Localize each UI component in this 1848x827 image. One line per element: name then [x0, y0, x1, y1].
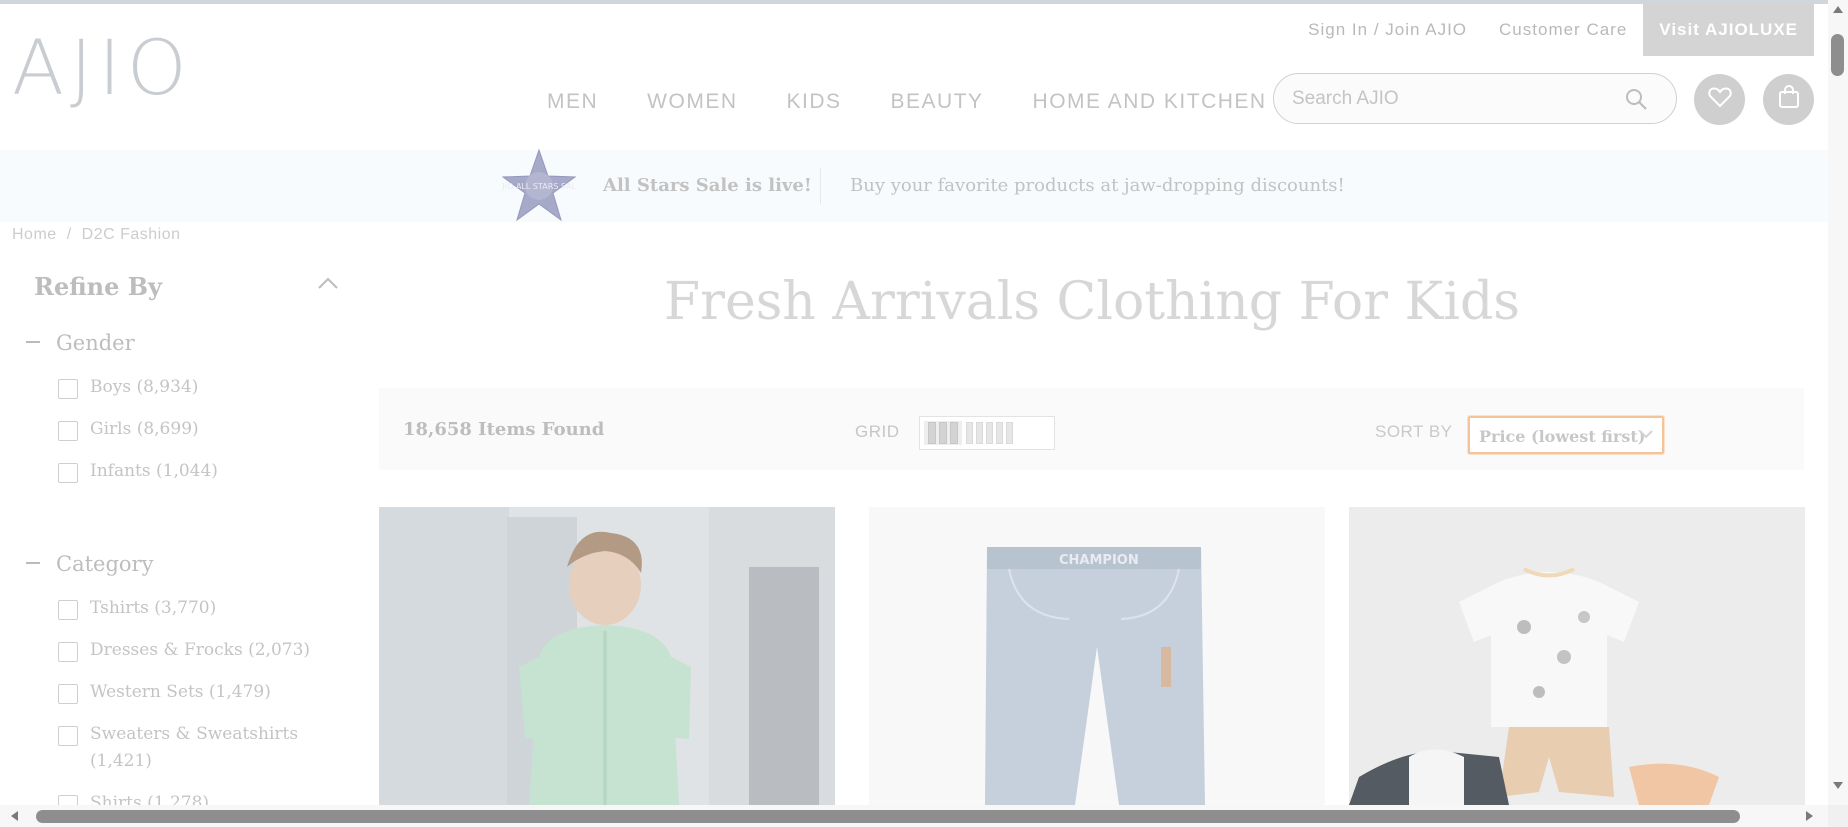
- breadcrumb-home[interactable]: Home: [12, 226, 57, 243]
- nav-kids[interactable]: KIDS: [787, 90, 842, 114]
- filter-option-label: Dresses & Frocks (2,073): [90, 640, 311, 660]
- scroll-right-arrow-icon[interactable]: [1806, 811, 1813, 821]
- filter-option-label: Girls (8,699): [90, 419, 199, 439]
- grid-5-columns-icon[interactable]: [962, 421, 1017, 445]
- filter-group-gender[interactable]: Gender: [26, 331, 135, 355]
- banner-divider: [820, 168, 821, 204]
- checkbox[interactable]: [58, 421, 78, 441]
- ajio-logo[interactable]: AJIO: [12, 30, 193, 106]
- scroll-left-arrow-icon[interactable]: [11, 811, 18, 821]
- filter-option[interactable]: Girls (8,699): [58, 416, 328, 443]
- checkbox[interactable]: [58, 463, 78, 483]
- checkbox[interactable]: [58, 726, 78, 746]
- product-card[interactable]: [379, 507, 835, 805]
- jeans-brand-label: CHAMPION: [1059, 553, 1139, 568]
- checkbox[interactable]: [58, 600, 78, 620]
- breadcrumb-separator: /: [66, 226, 72, 243]
- grid-switcher: [919, 416, 1055, 450]
- main-nav: MEN WOMEN KIDS BEAUTY HOME AND KITCHEN: [547, 90, 1267, 114]
- vertical-scrollbar[interactable]: [1828, 0, 1848, 805]
- scrollbar-corner: [1828, 805, 1848, 827]
- breadcrumb: Home / D2C Fashion: [12, 226, 181, 244]
- bag-button[interactable]: [1763, 74, 1814, 125]
- top-links: Sign In / Join AJIO Customer Care Visit …: [1308, 4, 1814, 56]
- collapse-minus-icon: [26, 561, 40, 564]
- vertical-scroll-thumb[interactable]: [1831, 34, 1844, 76]
- customer-care-link[interactable]: Customer Care: [1499, 20, 1627, 40]
- badge-text: AJIO ALL STARS SALE: [502, 182, 576, 191]
- search-bar: [1273, 73, 1677, 124]
- filter-option[interactable]: Sweaters & Sweatshirts (1,421): [58, 721, 328, 775]
- product-image: [1349, 507, 1805, 805]
- visit-ajioluxe-button[interactable]: Visit AJIOLUXE: [1643, 4, 1814, 56]
- page-title: Fresh Arrivals Clothing For Kids: [664, 272, 1520, 332]
- checkbox[interactable]: [58, 684, 78, 704]
- filter-group-category[interactable]: Category: [26, 552, 153, 576]
- heart-icon: [1707, 86, 1732, 113]
- checkbox[interactable]: [58, 379, 78, 399]
- banner-subline: Buy your favorite products at jaw-droppi…: [850, 175, 1345, 196]
- chevron-up-icon[interactable]: [317, 276, 339, 295]
- filter-option[interactable]: Boys (8,934): [58, 374, 328, 401]
- sort-selected-value: Price (lowest first): [1479, 427, 1646, 446]
- grid-label: GRID: [855, 422, 900, 441]
- all-stars-badge-icon: AJIO ALL STARS SALE: [497, 146, 581, 229]
- sort-select[interactable]: Price (lowest first): [1468, 416, 1664, 454]
- listing-toolbar: 18,658 Items Found GRID SORT BY Price (l…: [379, 388, 1804, 470]
- nav-men[interactable]: MEN: [547, 90, 598, 114]
- nav-home-and-kitchen[interactable]: HOME AND KITCHEN: [1033, 90, 1267, 114]
- shopping-bag-icon: [1778, 85, 1800, 114]
- collapse-minus-icon: [26, 340, 40, 343]
- product-image: CHAMPION: [869, 507, 1325, 805]
- filter-option-label: Shirts (1,278): [90, 793, 210, 805]
- scroll-up-arrow-icon[interactable]: [1833, 6, 1843, 13]
- items-found-count: 18,658 Items Found: [403, 419, 605, 440]
- signin-link[interactable]: Sign In / Join AJIO: [1308, 20, 1467, 40]
- page: AJIO Sign In / Join AJIO Customer Care V…: [0, 0, 1828, 805]
- nav-beauty[interactable]: BEAUTY: [891, 90, 984, 114]
- filter-option[interactable]: Tshirts (3,770): [58, 595, 328, 622]
- filter-option[interactable]: Dresses & Frocks (2,073): [58, 637, 328, 664]
- filter-option-label: Infants (1,044): [90, 461, 218, 481]
- sort-by-label: SORT BY: [1375, 422, 1453, 441]
- filter-option[interactable]: Shirts (1,278): [58, 790, 328, 805]
- search-input[interactable]: [1292, 86, 1602, 112]
- filter-option[interactable]: Infants (1,044): [58, 458, 328, 485]
- checkbox[interactable]: [58, 642, 78, 662]
- horizontal-scroll-thumb[interactable]: [36, 810, 1740, 823]
- filter-group-title: Category: [56, 552, 154, 576]
- scroll-down-arrow-icon[interactable]: [1833, 782, 1843, 789]
- nav-women[interactable]: WOMEN: [647, 90, 737, 114]
- checkbox[interactable]: [58, 795, 78, 805]
- chevron-down-icon: [1638, 427, 1654, 445]
- filter-option-label: Western Sets (1,479): [90, 682, 271, 702]
- filter-option-label: Boys (8,934): [90, 377, 199, 397]
- filter-option[interactable]: Western Sets (1,479): [58, 679, 328, 706]
- product-image: [379, 507, 835, 805]
- product-card[interactable]: [1349, 507, 1805, 805]
- wishlist-button[interactable]: [1694, 74, 1745, 125]
- grid-3-columns-icon[interactable]: [924, 421, 962, 445]
- filter-option-label: Tshirts (3,770): [90, 598, 217, 618]
- horizontal-scrollbar[interactable]: [0, 805, 1828, 827]
- search-icon[interactable]: [1624, 87, 1648, 116]
- filter-group-title: Gender: [56, 331, 135, 355]
- filter-option-label: Sweaters & Sweatshirts (1,421): [90, 724, 299, 771]
- sale-banner[interactable]: AJIO ALL STARS SALE All Stars Sale is li…: [0, 148, 1828, 222]
- product-card[interactable]: CHAMPION: [869, 507, 1325, 805]
- banner-headline: All Stars Sale is live!: [603, 175, 812, 196]
- refine-title: Refine By: [34, 272, 162, 301]
- breadcrumb-current: D2C Fashion: [81, 226, 181, 243]
